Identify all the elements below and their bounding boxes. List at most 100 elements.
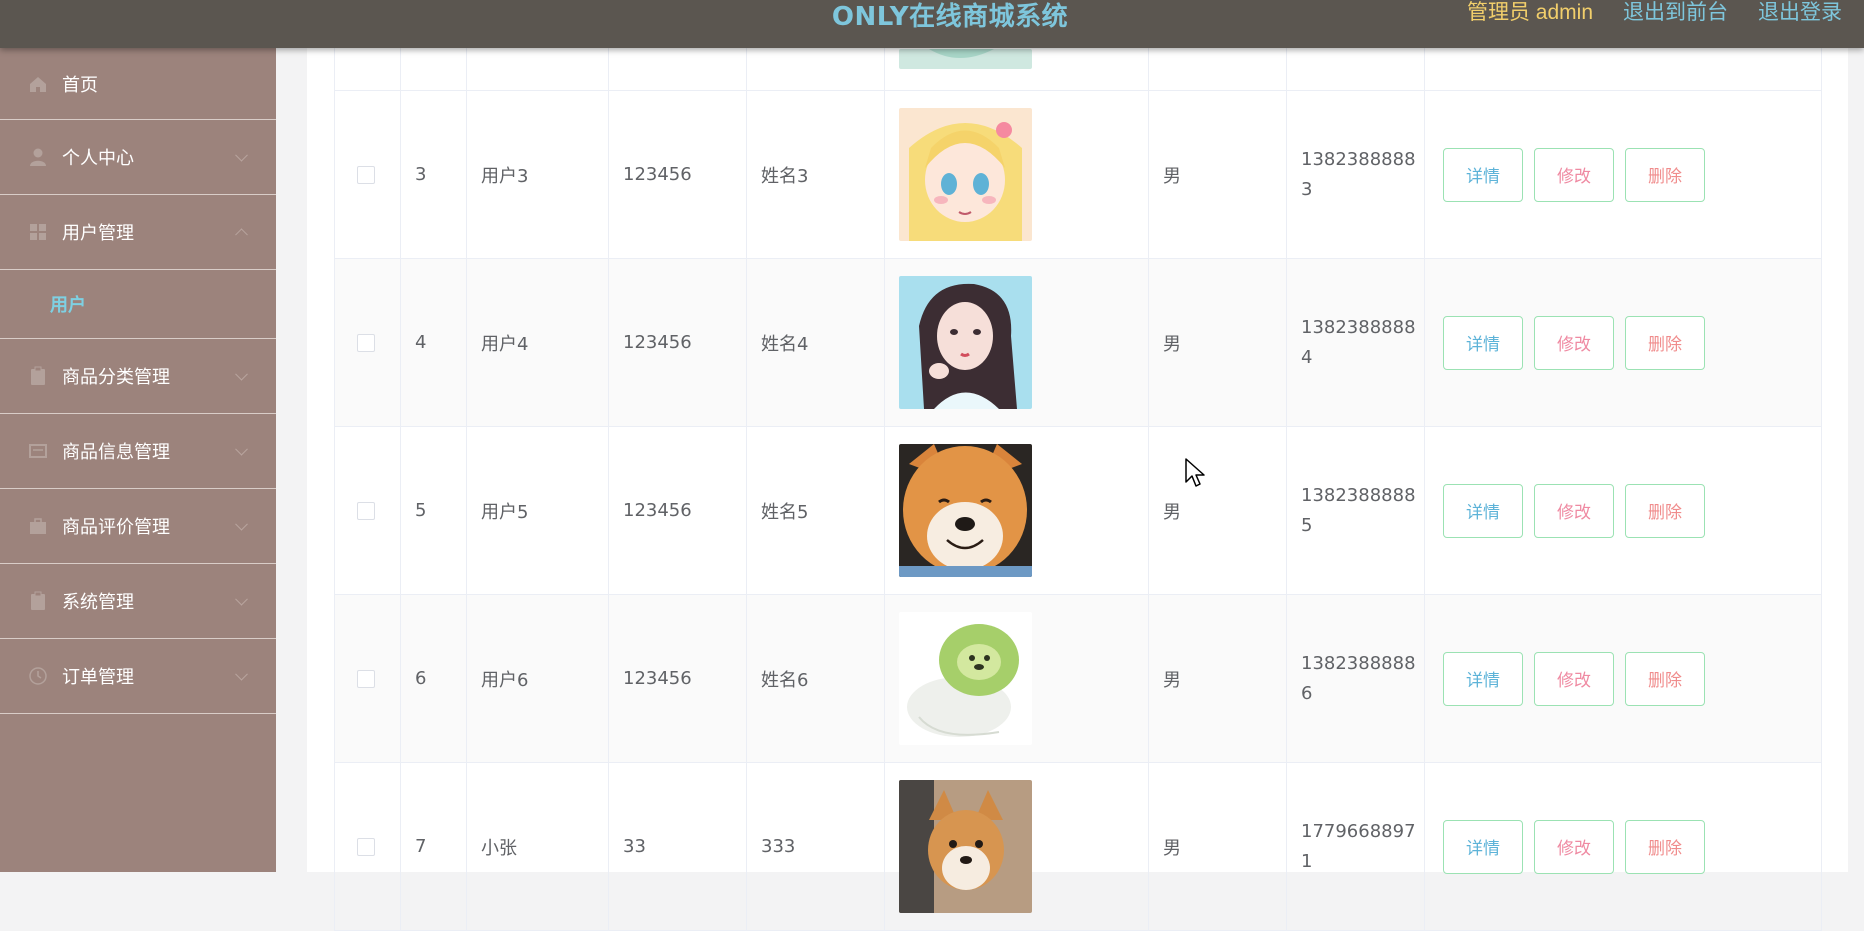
cell-password: 123456 bbox=[609, 91, 747, 258]
message-icon bbox=[28, 441, 48, 461]
sidebar: 首页 个人中心 用户管理 用户 商品分类管理 商品信息管理 商品评价管理 系统管… bbox=[0, 48, 276, 872]
clipboard-icon bbox=[28, 366, 48, 386]
cell-name: 333 bbox=[747, 763, 885, 930]
edit-button[interactable]: 修改 bbox=[1534, 315, 1614, 370]
cell-id: 3 bbox=[401, 91, 467, 258]
exit-to-front-link[interactable]: 退出到前台 bbox=[1623, 0, 1728, 26]
avatar bbox=[899, 612, 1032, 745]
cell-account: 用户5 bbox=[467, 427, 609, 594]
top-header: ONLY在线商城系统 管理员 admin 退出到前台 退出登录 bbox=[0, 0, 1864, 48]
clipboard-icon bbox=[28, 591, 48, 611]
cell-phone: 17796688971 bbox=[1301, 820, 1416, 872]
delete-button[interactable]: 删除 bbox=[1625, 147, 1705, 202]
sidebar-item-category-management[interactable]: 商品分类管理 bbox=[0, 339, 276, 414]
edit-button[interactable]: 修改 bbox=[1534, 819, 1614, 874]
home-icon bbox=[28, 74, 48, 94]
cell-gender: 男 bbox=[1149, 763, 1287, 930]
row-checkbox[interactable] bbox=[357, 165, 375, 184]
clock-icon bbox=[28, 666, 48, 686]
chevron-down-icon bbox=[235, 367, 248, 381]
main-content: 3 用户3 123456 姓名3 男 13823888883 详情 修改 删除 … bbox=[307, 48, 1848, 931]
cell-id: 5 bbox=[401, 427, 467, 594]
avatar bbox=[899, 444, 1032, 577]
cell-account: 用户6 bbox=[467, 595, 609, 762]
table-row: 5 用户5 123456 姓名5 男 13823888885 详情 修改 删除 bbox=[335, 427, 1821, 595]
briefcase-icon bbox=[28, 516, 48, 536]
cell-name: 姓名5 bbox=[747, 427, 885, 594]
row-checkbox[interactable] bbox=[357, 669, 375, 688]
sidebar-item-label: 订单管理 bbox=[62, 667, 134, 688]
sidebar-item-personal-center[interactable]: 个人中心 bbox=[0, 120, 276, 195]
table-row: 6 用户6 123456 姓名6 男 13823888886 详情 修改 删除 bbox=[335, 595, 1821, 763]
grid-icon bbox=[28, 222, 48, 242]
user-icon bbox=[28, 147, 48, 167]
table-row: 3 用户3 123456 姓名3 男 13823888883 详情 修改 删除 bbox=[335, 91, 1821, 259]
cell-account: 用户3 bbox=[467, 91, 609, 258]
table-row bbox=[335, 48, 1821, 91]
detail-button[interactable]: 详情 bbox=[1443, 147, 1523, 202]
detail-button[interactable]: 详情 bbox=[1443, 315, 1523, 370]
cell-password: 33 bbox=[609, 763, 747, 930]
row-checkbox[interactable] bbox=[357, 837, 375, 856]
chevron-down-icon bbox=[235, 442, 248, 456]
sidebar-item-review-management[interactable]: 商品评价管理 bbox=[0, 489, 276, 564]
sidebar-item-product-info-management[interactable]: 商品信息管理 bbox=[0, 414, 276, 489]
edit-button[interactable]: 修改 bbox=[1534, 147, 1614, 202]
cell-phone: 13823888885 bbox=[1301, 484, 1416, 536]
cell-name: 姓名6 bbox=[747, 595, 885, 762]
avatar bbox=[899, 108, 1032, 241]
edit-button[interactable]: 修改 bbox=[1534, 483, 1614, 538]
sidebar-item-label: 系统管理 bbox=[62, 592, 134, 613]
chevron-up-icon bbox=[235, 228, 248, 242]
table-row: 4 用户4 123456 姓名4 男 13823888884 详情 修改 删除 bbox=[335, 259, 1821, 427]
cell-phone: 13823888884 bbox=[1301, 316, 1416, 368]
row-checkbox[interactable] bbox=[357, 501, 375, 520]
avatar bbox=[899, 780, 1032, 913]
cell-gender: 男 bbox=[1149, 259, 1287, 426]
avatar bbox=[899, 49, 1032, 69]
mouse-cursor-icon bbox=[1185, 458, 1205, 487]
sidebar-item-label: 商品分类管理 bbox=[62, 367, 170, 388]
admin-label: 管理员 admin bbox=[1466, 1, 1593, 24]
chevron-down-icon bbox=[235, 148, 248, 162]
sidebar-item-user-management[interactable]: 用户管理 bbox=[0, 195, 276, 270]
cell-password: 123456 bbox=[609, 595, 747, 762]
cell-password: 123456 bbox=[609, 427, 747, 594]
cell-account: 小张 bbox=[467, 763, 609, 930]
header-actions: 管理员 admin 退出到前台 退出登录 bbox=[1467, 0, 1842, 26]
detail-button[interactable]: 详情 bbox=[1443, 819, 1523, 874]
delete-button[interactable]: 删除 bbox=[1625, 651, 1705, 706]
cell-gender: 男 bbox=[1149, 595, 1287, 762]
sidebar-subitem-users[interactable]: 用户 bbox=[0, 270, 276, 339]
sidebar-item-label: 首页 bbox=[62, 74, 98, 96]
cell-gender: 男 bbox=[1149, 91, 1287, 258]
sidebar-item-label: 商品信息管理 bbox=[62, 442, 170, 463]
cell-phone: 13823888883 bbox=[1301, 148, 1416, 200]
cell-password: 123456 bbox=[609, 259, 747, 426]
cell-id: 4 bbox=[401, 259, 467, 426]
logout-link[interactable]: 退出登录 bbox=[1758, 0, 1842, 26]
avatar bbox=[899, 276, 1032, 409]
chevron-down-icon bbox=[235, 592, 248, 606]
sidebar-item-system-management[interactable]: 系统管理 bbox=[0, 564, 276, 639]
sidebar-item-order-management[interactable]: 订单管理 bbox=[0, 639, 276, 714]
delete-button[interactable]: 删除 bbox=[1625, 819, 1705, 874]
cell-name: 姓名3 bbox=[747, 91, 885, 258]
row-checkbox[interactable] bbox=[357, 333, 375, 352]
cell-phone: 13823888886 bbox=[1301, 652, 1416, 704]
delete-button[interactable]: 删除 bbox=[1625, 315, 1705, 370]
sidebar-item-label: 商品评价管理 bbox=[62, 517, 170, 538]
detail-button[interactable]: 详情 bbox=[1443, 483, 1523, 538]
user-table: 3 用户3 123456 姓名3 男 13823888883 详情 修改 删除 … bbox=[334, 48, 1822, 931]
delete-button[interactable]: 删除 bbox=[1625, 483, 1705, 538]
chevron-down-icon bbox=[235, 517, 248, 531]
cell-gender: 男 bbox=[1149, 427, 1287, 594]
sidebar-item-home[interactable]: 首页 bbox=[0, 48, 276, 120]
cell-id: 7 bbox=[401, 763, 467, 930]
cell-id: 6 bbox=[401, 595, 467, 762]
cell-account: 用户4 bbox=[467, 259, 609, 426]
detail-button[interactable]: 详情 bbox=[1443, 651, 1523, 706]
chevron-down-icon bbox=[235, 667, 248, 681]
sidebar-item-label: 用户管理 bbox=[62, 223, 134, 244]
edit-button[interactable]: 修改 bbox=[1534, 651, 1614, 706]
